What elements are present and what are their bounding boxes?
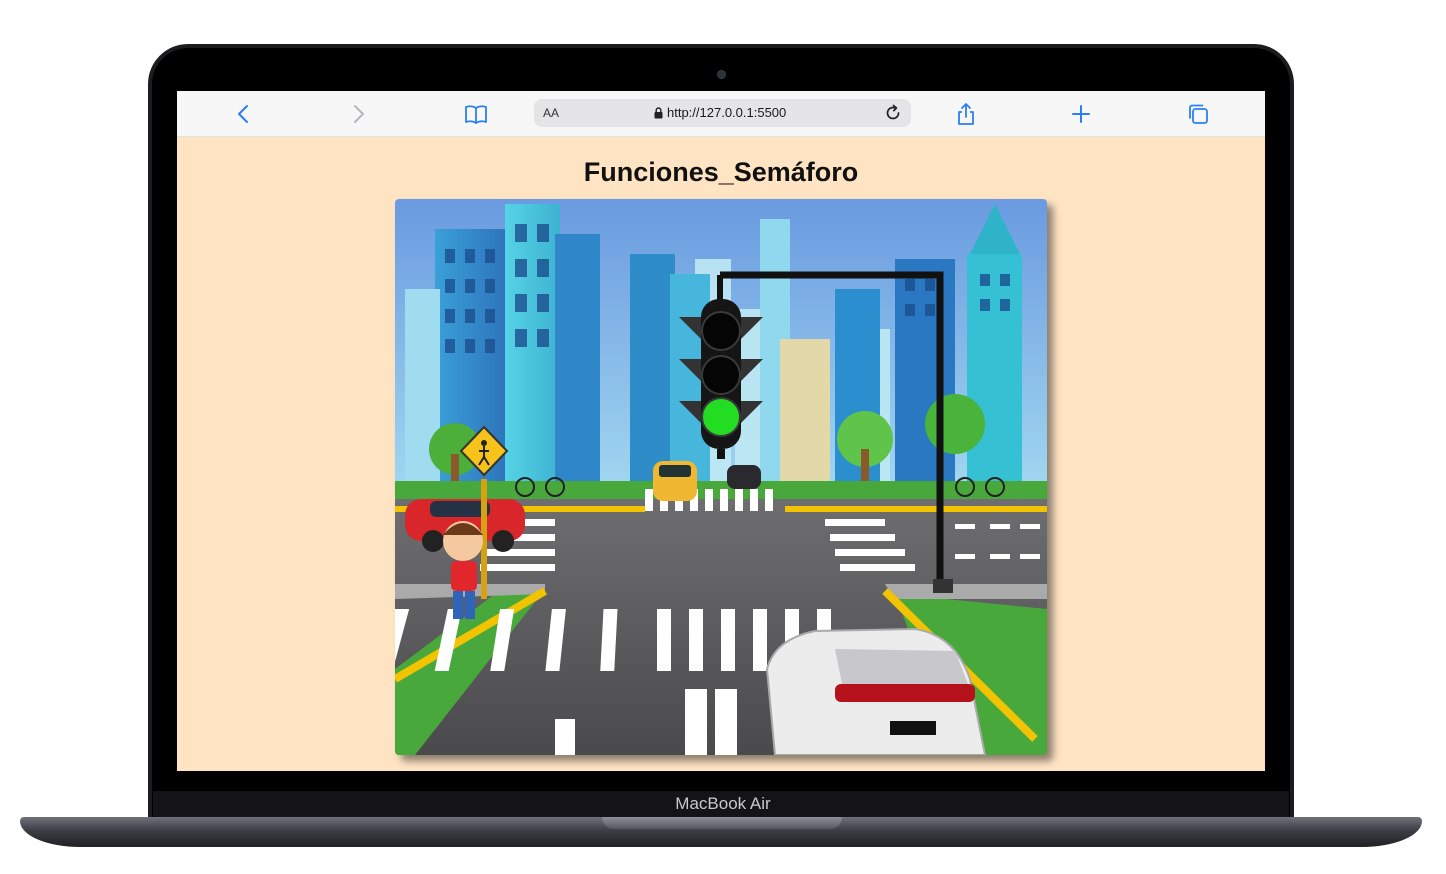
camera-icon bbox=[717, 70, 726, 79]
share-icon bbox=[958, 103, 974, 125]
red-light bbox=[701, 311, 741, 351]
tabs-icon bbox=[1189, 104, 1208, 124]
traffic-scene-image bbox=[395, 199, 1047, 755]
chevron-left-icon bbox=[238, 105, 248, 123]
yellow-light bbox=[701, 355, 741, 395]
browser-screen: AA http://127.0.0.1:5500 Funciones_Semáf… bbox=[177, 91, 1265, 771]
browser-toolbar: AA http://127.0.0.1:5500 bbox=[177, 91, 1265, 137]
bookmarks-button[interactable] bbox=[460, 98, 492, 130]
url-display[interactable]: http://127.0.0.1:5500 bbox=[654, 105, 786, 120]
city-illustration bbox=[395, 199, 1047, 755]
new-tab-button[interactable] bbox=[1065, 98, 1097, 130]
url-text: http://127.0.0.1:5500 bbox=[667, 105, 787, 120]
address-bar[interactable]: AA http://127.0.0.1:5500 bbox=[534, 99, 911, 127]
lock-icon bbox=[654, 106, 663, 118]
laptop-notch bbox=[602, 817, 842, 829]
share-button[interactable] bbox=[950, 98, 982, 130]
device-label: MacBook Air bbox=[675, 794, 771, 813]
book-icon bbox=[465, 105, 487, 124]
tabs-overview-button[interactable] bbox=[1182, 98, 1214, 130]
back-button[interactable] bbox=[227, 98, 259, 130]
page-title: Funciones_Semáforo bbox=[583, 157, 859, 187]
chevron-right-icon bbox=[354, 105, 364, 123]
plus-icon bbox=[1072, 105, 1090, 123]
forward-button[interactable] bbox=[343, 98, 375, 130]
green-light bbox=[701, 397, 741, 437]
reader-aa-button[interactable]: AA bbox=[543, 106, 559, 120]
reload-icon[interactable] bbox=[883, 103, 903, 123]
